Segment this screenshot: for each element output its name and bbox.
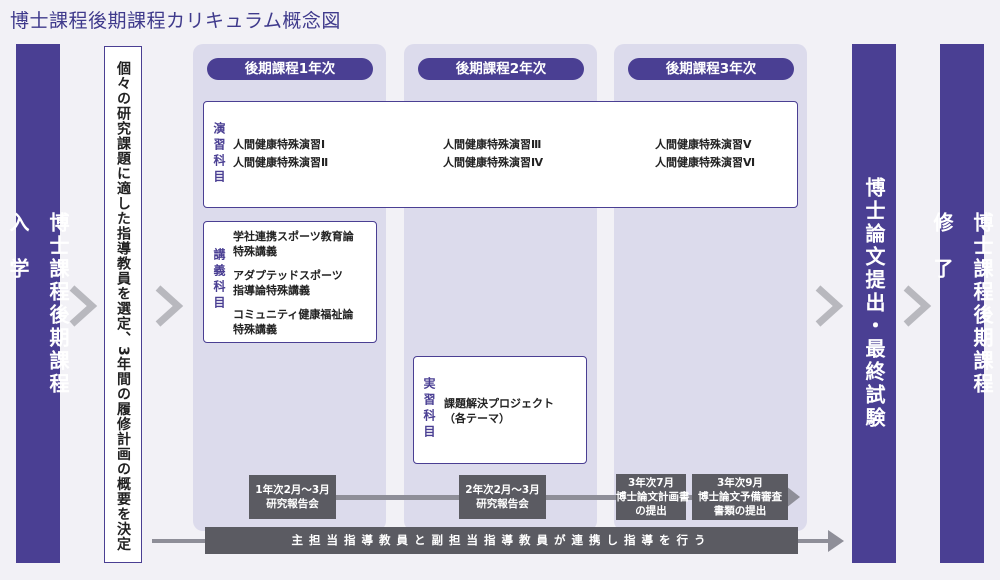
seminar-item: 人間健康特殊演習Ⅲ: [443, 138, 542, 151]
seminar-item: 人間健康特殊演習Ⅵ: [655, 156, 756, 169]
year2-header: 後期課程2年次: [418, 58, 584, 80]
report-milestone-1: 1年次2月～3月 研究報告会: [249, 475, 336, 519]
practice-category: 実習科目: [422, 377, 436, 441]
report-milestone-4: 3年次9月 博士論文予備審査 書類の提出: [692, 474, 788, 520]
lecture-item: コミュニティ健康福祉論 特殊講義: [233, 308, 354, 337]
completion-label: 博士課程後期課程 修 了: [930, 211, 994, 396]
lecture-category: 講義科目: [212, 248, 226, 312]
chevron-right-icon: [69, 285, 98, 327]
arrow-right-icon: [786, 486, 800, 508]
report-milestone-3: 3年次7月 博士論文計画書 の提出: [616, 474, 690, 520]
lecture-item: 学社連携スポーツ教育論 特殊講義: [233, 230, 354, 259]
thesis-exam-label: 博士論文提出・最終試験: [862, 177, 886, 430]
lecture-item: アダプテッドスポーツ 指導論特殊講義: [233, 269, 343, 298]
completion-bar: 博士課程後期課程 修 了: [930, 44, 994, 563]
chevron-right-icon: [815, 285, 844, 327]
seminar-item: 人間健康特殊演習Ⅰ: [233, 138, 326, 151]
chevron-right-icon: [903, 285, 932, 327]
year3-header: 後期課程3年次: [628, 58, 794, 80]
advisor-selection-note: 個々の研究課題に適した指導教員を選定、3年間の履修計画の概要を決定: [104, 46, 142, 563]
seminar-item: 人間健康特殊演習Ⅳ: [443, 156, 544, 169]
seminar-item: 人間健康特殊演習Ⅱ: [233, 156, 329, 169]
chevron-right-icon: [155, 285, 184, 327]
note-text: 個々の研究課題に適した指導教員を選定、3年間の履修計画の概要を決定: [115, 61, 131, 552]
seminar-category: 演習科目: [212, 122, 226, 186]
arrow-right-icon: [828, 530, 844, 552]
seminar-item: 人間健康特殊演習Ⅴ: [655, 138, 752, 151]
report-milestone-2: 2年次2月～3月 研究報告会: [459, 475, 546, 519]
admission-label: 博士課程後期課程 入 学: [6, 211, 70, 396]
guidance-bar: 主担当指導教員と副担当指導教員が連携し指導を行う: [205, 527, 798, 554]
thesis-exam-bar: 博士論文提出・最終試験: [852, 44, 896, 563]
practice-item: 課題解決プロジェクト （各テーマ）: [444, 397, 554, 426]
year1-header: 後期課程1年次: [207, 58, 373, 80]
page-title: 博士課程後期課程カリキュラム概念図: [10, 10, 341, 32]
admission-bar: 博士課程後期課程 入 学: [6, 44, 70, 563]
